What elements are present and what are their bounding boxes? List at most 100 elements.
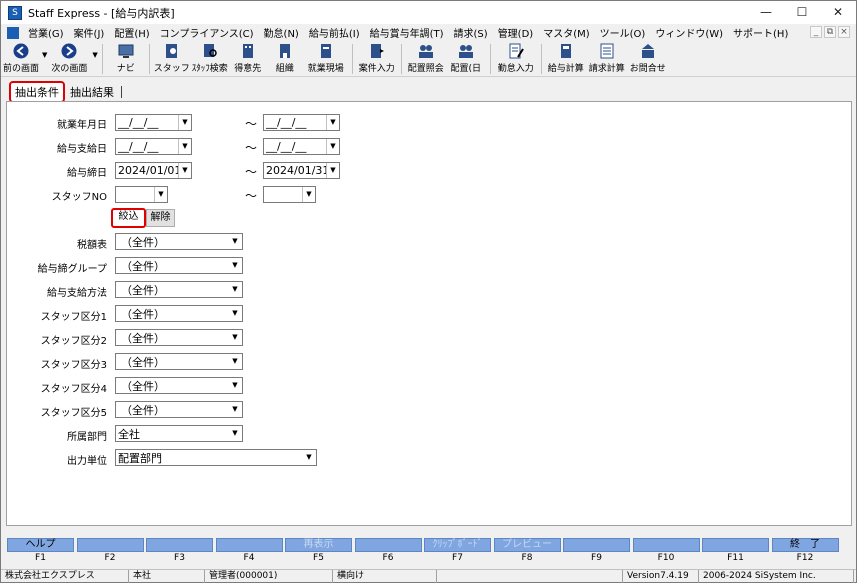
payroll-calc-button[interactable]: 給与計算	[546, 41, 586, 75]
fkey-f7[interactable]: ｸﾘｯﾌﾟﾎﾞｰﾄﾞ F7	[423, 538, 492, 568]
clear-button[interactable]: 解除	[146, 209, 175, 227]
assign-view-button[interactable]: 配置照会	[406, 41, 446, 75]
back-button[interactable]: 前の画面	[1, 41, 41, 75]
menu-window[interactable]: ウィンドウ(W)	[650, 25, 728, 40]
fkey-f8-button[interactable]: プレビュー	[493, 538, 561, 552]
mdi-minimize-button[interactable]: _	[810, 26, 822, 38]
fkey-f1[interactable]: ヘルプ F1	[6, 538, 75, 568]
fkey-f4-button[interactable]	[215, 538, 283, 552]
close-button[interactable]: ✕	[820, 1, 856, 24]
staff-no-to-field[interactable]: ▼	[263, 186, 316, 203]
chevron-down-icon[interactable]: ▼	[154, 187, 167, 202]
org-button[interactable]: 組織	[266, 41, 304, 75]
chevron-down-icon[interactable]: ▼	[228, 354, 242, 369]
menu-tools[interactable]: ツール(O)	[595, 25, 651, 40]
fkey-f9[interactable]: F9	[562, 538, 631, 568]
fkey-f8[interactable]: プレビュー F8	[493, 538, 562, 568]
tab-results[interactable]: 抽出結果	[65, 82, 119, 102]
chevron-down-icon[interactable]: ▼	[228, 282, 242, 297]
department-select[interactable]: 全社 ▼	[115, 425, 243, 442]
client-button[interactable]: 得意先	[230, 41, 266, 75]
fkey-f5-button[interactable]: 再表示	[285, 538, 352, 552]
staff-cat1-select[interactable]: （全件） ▼	[115, 305, 243, 322]
fkey-f11-button[interactable]	[702, 538, 769, 552]
case-input-icon	[370, 44, 384, 58]
menu-sales[interactable]: 営業(G)	[23, 25, 69, 40]
output-unit-select[interactable]: 配置部門 ▼	[115, 449, 317, 466]
fkey-f12[interactable]: 終 了 F12	[771, 538, 840, 568]
menu-assign[interactable]: 配置(H)	[109, 25, 154, 40]
fkey-f5[interactable]: 再表示 F5	[284, 538, 353, 568]
chevron-down-icon[interactable]: ▼	[326, 163, 339, 178]
menu-payroll[interactable]: 給与賞与年調(T)	[365, 25, 449, 40]
chevron-down-icon[interactable]: ▼	[302, 450, 316, 465]
pay-method-select[interactable]: （全件） ▼	[115, 281, 243, 298]
chevron-down-icon[interactable]: ▼	[178, 115, 191, 130]
close-date-to-field[interactable]: 2024/01/31 ▼	[263, 162, 340, 179]
fkey-f6-button[interactable]	[354, 538, 422, 552]
case-input-button[interactable]: 案件入力	[357, 41, 397, 75]
fkey-f9-button[interactable]	[563, 538, 630, 552]
attendance-button[interactable]: 勤怠入力	[495, 41, 537, 75]
close-date-from-field[interactable]: 2024/01/01 ▼	[115, 162, 192, 179]
menu-admin[interactable]: 管理(D)	[493, 25, 539, 40]
menu-master[interactable]: マスタ(M)	[538, 25, 594, 40]
menu-case[interactable]: 案件(J)	[69, 25, 110, 40]
chevron-down-icon[interactable]: ▼	[178, 139, 191, 154]
menu-compliance[interactable]: コンプライアンス(C)	[155, 25, 259, 40]
mdi-close-button[interactable]: ×	[838, 26, 850, 38]
fkey-f6[interactable]: F6	[354, 538, 423, 568]
chevron-down-icon[interactable]: ▼	[302, 187, 315, 202]
forward-button[interactable]: 次の画面	[47, 41, 91, 75]
fkey-f1-button[interactable]: ヘルプ	[7, 538, 74, 552]
inquiry-button[interactable]: お問合せ	[628, 41, 668, 75]
fkey-f7-button[interactable]: ｸﾘｯﾌﾟﾎﾞｰﾄﾞ	[424, 538, 491, 552]
menu-billing[interactable]: 請求(S)	[449, 25, 493, 40]
staff-cat2-select[interactable]: （全件） ▼	[115, 329, 243, 346]
tab-conditions[interactable]: 抽出条件	[9, 80, 65, 103]
chevron-down-icon[interactable]: ▼	[228, 378, 242, 393]
menu-attendance[interactable]: 勤怠(N)	[259, 25, 304, 40]
fkey-f11[interactable]: F11	[701, 538, 770, 568]
mdi-restore-button[interactable]: ⧉	[824, 26, 836, 38]
fkey-f3-button[interactable]	[146, 538, 213, 552]
site-button[interactable]: 就業現場	[304, 41, 348, 75]
fkey-f12-button[interactable]: 終 了	[771, 538, 839, 552]
fkey-f2[interactable]: F2	[76, 538, 145, 568]
chevron-down-icon[interactable]: ▼	[228, 234, 242, 249]
maximize-button[interactable]: ☐	[784, 1, 820, 24]
staff-cat3-select[interactable]: （全件） ▼	[115, 353, 243, 370]
chevron-down-icon[interactable]: ▼	[228, 402, 242, 417]
billing-calc-button[interactable]: 請求計算	[586, 41, 628, 75]
menu-support[interactable]: サポート(H)	[728, 25, 793, 40]
work-date-from-field[interactable]: __/__/__ ▼	[115, 114, 192, 131]
minimize-button[interactable]: —	[748, 1, 784, 24]
pay-date-from-field[interactable]: __/__/__ ▼	[115, 138, 192, 155]
fkey-f3[interactable]: F3	[145, 538, 214, 568]
work-date-to-field[interactable]: __/__/__ ▼	[263, 114, 340, 131]
staff-search-button[interactable]: ｽﾀｯﾌ検索	[190, 41, 230, 75]
chevron-down-icon[interactable]: ▼	[228, 306, 242, 321]
menu-advance-pay[interactable]: 給与前払(I)	[304, 25, 365, 40]
fkey-f4[interactable]: F4	[215, 538, 284, 568]
chevron-down-icon[interactable]: ▼	[228, 426, 242, 441]
chevron-down-icon[interactable]: ▼	[326, 115, 339, 130]
assign-day-button[interactable]: 配置(日	[446, 41, 486, 75]
fkey-f10[interactable]: F10	[632, 538, 701, 568]
chevron-down-icon[interactable]: ▼	[178, 163, 191, 178]
fkey-f10-button[interactable]	[632, 538, 700, 552]
staff-no-from-field[interactable]: ▼	[115, 186, 168, 203]
fkey-f2-button[interactable]	[76, 538, 144, 552]
forward-dropdown-icon[interactable]: ▼	[92, 51, 97, 59]
tax-table-select[interactable]: （全件） ▼	[115, 233, 243, 250]
staff-cat4-select[interactable]: （全件） ▼	[115, 377, 243, 394]
pay-date-to-field[interactable]: __/__/__ ▼	[263, 138, 340, 155]
navi-button[interactable]: ナビ	[107, 41, 145, 75]
staff-cat5-select[interactable]: （全件） ▼	[115, 401, 243, 418]
filter-button[interactable]: 絞込	[111, 208, 146, 228]
chevron-down-icon[interactable]: ▼	[228, 330, 242, 345]
staff-button[interactable]: スタッフ	[154, 41, 190, 75]
close-group-select[interactable]: （全件） ▼	[115, 257, 243, 274]
chevron-down-icon[interactable]: ▼	[228, 258, 242, 273]
chevron-down-icon[interactable]: ▼	[326, 139, 339, 154]
